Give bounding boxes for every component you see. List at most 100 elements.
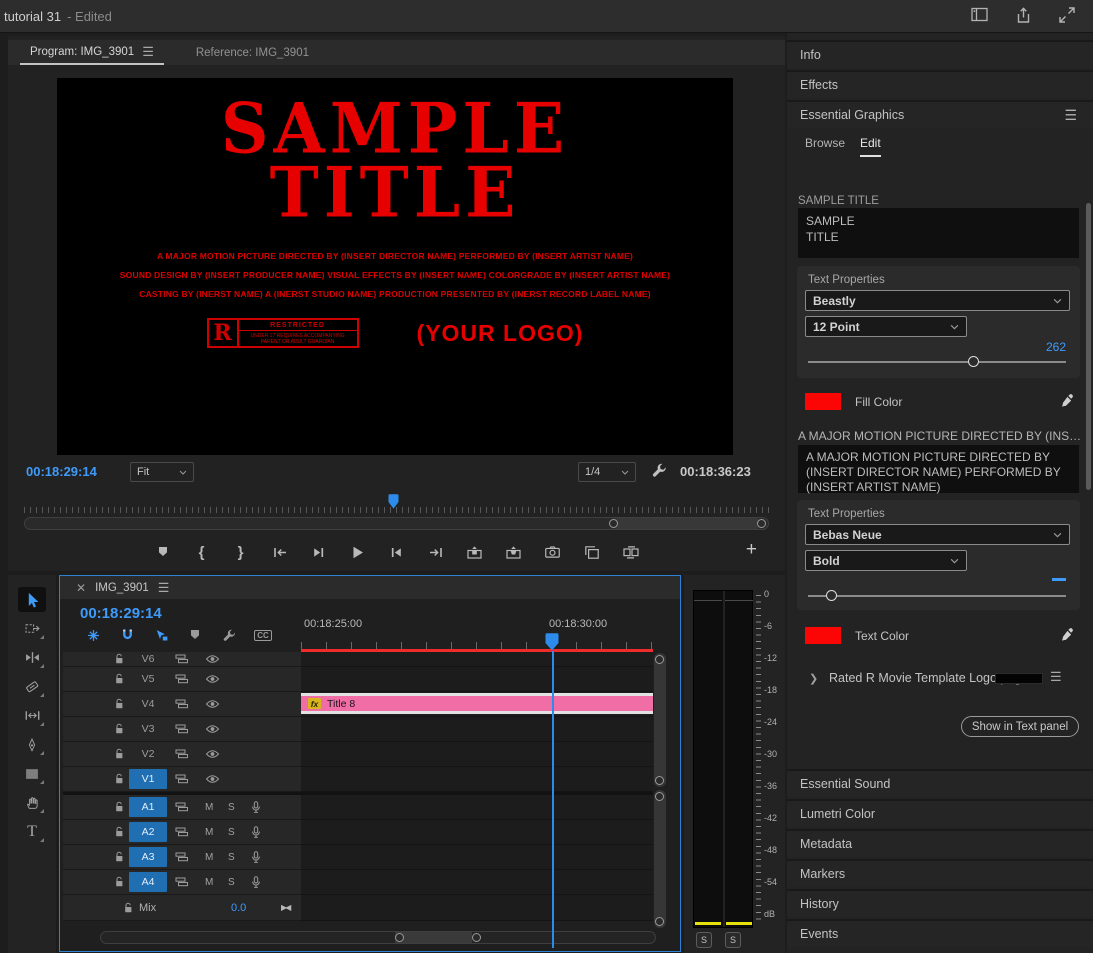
lock-icon[interactable] — [114, 723, 125, 735]
comparison-view-icon[interactable] — [622, 543, 640, 561]
audio-meters[interactable] — [693, 590, 753, 928]
lock-icon[interactable] — [114, 698, 125, 710]
zoom-handle-right[interactable] — [472, 933, 481, 942]
lock-icon[interactable] — [114, 851, 125, 863]
lock-icon[interactable] — [123, 902, 134, 914]
track-label[interactable]: V3 — [129, 719, 167, 738]
close-panel-icon[interactable]: ✕ — [76, 581, 86, 595]
track-label[interactable]: A4 — [129, 872, 167, 891]
clip-title-8[interactable]: fxTitle 8 — [301, 693, 653, 714]
track-output-eye-icon[interactable] — [205, 654, 220, 664]
track-output-eye-icon[interactable] — [205, 699, 220, 709]
export-frame-icon[interactable] — [544, 543, 562, 561]
track-label[interactable]: A3 — [129, 847, 167, 866]
panel-header-essential-sound[interactable]: Essential Sound — [787, 769, 1093, 797]
font-family-select-1[interactable]: Beastly — [805, 290, 1070, 311]
sequence-tab[interactable]: IMG_3901 — [95, 582, 149, 594]
extract-icon[interactable] — [505, 543, 523, 561]
panel-header-history[interactable]: History — [787, 889, 1093, 917]
voiceover-mic-icon[interactable] — [251, 876, 261, 889]
tab-reference[interactable]: Reference: IMG_3901 — [186, 40, 319, 65]
nest-toggle-icon[interactable] — [84, 629, 102, 642]
track-label[interactable]: V6 — [129, 653, 167, 664]
font-size-slider[interactable] — [808, 595, 1066, 597]
ripple-edit-tool[interactable] — [18, 645, 46, 670]
tab-program[interactable]: Program: IMG_3901☰ — [20, 40, 164, 65]
sync-lock-icon[interactable] — [175, 749, 189, 759]
layer2-label[interactable]: A MAJOR MOTION PICTURE DIRECTED BY (INSE… — [798, 429, 1084, 443]
playhead-timecode[interactable]: 00:18:29:14 — [26, 464, 97, 479]
monitor-playhead[interactable] — [388, 494, 399, 509]
panel-header-info[interactable]: Info — [787, 40, 1093, 68]
panel-layout-icon[interactable] — [971, 7, 988, 24]
track-output-eye-icon[interactable] — [205, 674, 220, 684]
playback-resolution-select[interactable]: 1/4 — [578, 462, 636, 482]
mark-in-icon[interactable]: { — [193, 543, 211, 561]
lock-icon[interactable] — [114, 801, 125, 813]
track-label[interactable]: V5 — [129, 669, 167, 688]
panel-header-essential-graphics[interactable]: Essential Graphics☰ — [787, 100, 1093, 128]
tab-browse[interactable]: Browse — [805, 136, 845, 155]
lock-icon[interactable] — [114, 773, 125, 785]
layer1-label[interactable]: SAMPLE TITLE — [798, 195, 1084, 207]
tab-edit[interactable]: Edit — [860, 136, 881, 157]
mark-out-icon[interactable]: } — [232, 543, 250, 561]
track-output-eye-icon[interactable] — [205, 724, 220, 734]
mute-button[interactable]: M — [205, 852, 213, 863]
monitor-scroll-handle-left[interactable] — [609, 519, 618, 528]
selection-tool[interactable] — [18, 587, 46, 612]
solo-button[interactable]: S — [228, 802, 235, 813]
scroll-handle[interactable] — [655, 655, 664, 664]
layer-menu-icon[interactable]: ☰ — [1050, 670, 1062, 683]
solo-button[interactable]: S — [228, 877, 235, 888]
lock-icon[interactable] — [114, 653, 125, 665]
show-in-text-panel-button[interactable]: Show in Text panel — [961, 716, 1079, 737]
go-to-out-icon[interactable] — [427, 543, 445, 561]
sync-lock-icon[interactable] — [175, 724, 189, 734]
slider-handle[interactable] — [968, 356, 979, 367]
scroll-handle[interactable] — [655, 776, 664, 785]
program-preview[interactable]: SAMPLETITLE A MAJOR MOTION PICTURE DIREC… — [57, 78, 733, 455]
lock-icon[interactable] — [114, 673, 125, 685]
fullscreen-icon[interactable] — [1059, 7, 1075, 24]
monitor-scrollbar[interactable] — [24, 517, 769, 530]
sync-lock-icon[interactable] — [175, 674, 189, 684]
solo-left-button[interactable]: S — [696, 932, 712, 948]
logo-color-swatch[interactable] — [995, 673, 1043, 684]
timeline-ruler[interactable] — [301, 638, 653, 649]
text-color-swatch[interactable] — [805, 627, 841, 644]
go-to-in-icon[interactable] — [271, 543, 289, 561]
sidebar-scrollbar[interactable] — [1086, 203, 1091, 490]
type-tool[interactable]: T — [18, 819, 46, 844]
solo-right-button[interactable]: S — [725, 932, 741, 948]
video-tracks-scrollbar[interactable] — [654, 653, 666, 787]
keyframe-nav-icon[interactable]: ▶◀ — [281, 903, 289, 912]
add-marker-icon[interactable] — [154, 543, 172, 561]
mute-button[interactable]: M — [205, 877, 213, 888]
panel-menu-icon[interactable]: ☰ — [1064, 108, 1077, 122]
mix-volume-value[interactable]: 0.0 — [231, 902, 246, 914]
panel-menu-icon[interactable]: ☰ — [158, 581, 170, 594]
button-editor-plus-icon[interactable]: + — [746, 539, 757, 561]
panel-header-metadata[interactable]: Metadata — [787, 829, 1093, 857]
sync-lock-icon[interactable] — [175, 654, 189, 664]
multicam-icon[interactable] — [583, 543, 601, 561]
track-select-forward-tool[interactable] — [18, 616, 46, 641]
font-style-select-1[interactable]: 12 Point — [805, 316, 967, 337]
audio-tracks-scrollbar[interactable] — [654, 790, 666, 928]
font-style-select-2[interactable]: Bold — [805, 550, 967, 571]
panel-menu-icon[interactable]: ☰ — [142, 45, 154, 58]
timeline-playhead[interactable] — [545, 633, 559, 651]
snap-magnet-icon[interactable] — [118, 628, 136, 642]
logo-layer-row[interactable]: ❯ Rated R Movie Template Logo.png ☰ — [787, 670, 1093, 690]
scroll-handle[interactable] — [655, 792, 664, 801]
mute-button[interactable]: M — [205, 827, 213, 838]
solo-button[interactable]: S — [228, 827, 235, 838]
font-size-value[interactable]: 262 — [1046, 340, 1066, 354]
chevron-right-icon[interactable]: ❯ — [809, 672, 818, 685]
mute-button[interactable]: M — [205, 802, 213, 813]
fill-color-swatch[interactable] — [805, 393, 841, 410]
share-export-icon[interactable] — [1015, 7, 1032, 24]
zoom-handle-left[interactable] — [395, 933, 404, 942]
panel-header-events[interactable]: Events — [787, 919, 1093, 947]
